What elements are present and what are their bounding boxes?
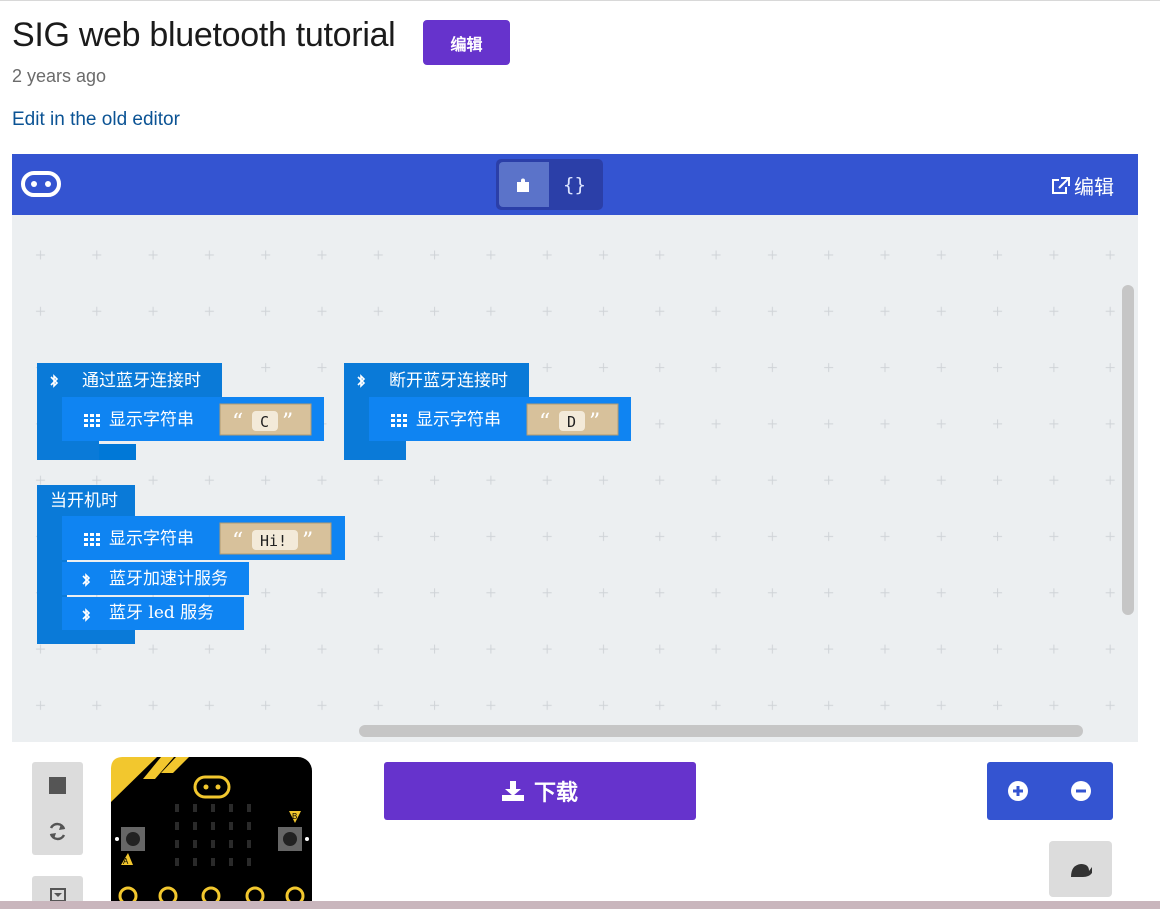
bluetooth-accelerometer-service-block[interactable]: 蓝牙加速计服务 (62, 562, 249, 595)
turtle-icon (1070, 864, 1092, 877)
timestamp: 2 years ago (12, 66, 107, 86)
header-edit-button[interactable]: 编辑 (1050, 171, 1114, 200)
quote-open: “ (232, 410, 243, 435)
block-label: 显示字符串 (109, 410, 194, 430)
quote-open: “ (232, 529, 243, 554)
show-string-block-hi[interactable]: 显示字符串 “ Hi! ” (62, 516, 345, 560)
string-value[interactable]: C (260, 413, 269, 431)
download-icon (501, 781, 524, 801)
header-edit-label: 编辑 (1074, 177, 1114, 199)
microbit-simulator[interactable]: A B (111, 757, 312, 903)
button-a-label: A (123, 857, 129, 866)
restart-icon[interactable] (48, 822, 67, 841)
microbit-logo-icon[interactable] (21, 171, 61, 197)
string-value[interactable]: D (567, 413, 576, 431)
puzzle-piece-icon (517, 178, 529, 192)
led-grid-icon (84, 414, 100, 427)
blocks-mode-button[interactable] (499, 162, 549, 207)
top-divider (0, 0, 1160, 1)
show-string-block-d[interactable]: 显示字符串 “ D ” (369, 397, 631, 441)
zoom-in-icon (1008, 781, 1028, 801)
download-screenshot-icon (50, 888, 66, 902)
block-label: 当开机时 (50, 491, 118, 511)
button-b-label: B (292, 812, 297, 821)
zoom-out-icon (1071, 781, 1091, 801)
old-editor-link[interactable]: Edit in the old editor (12, 109, 180, 131)
external-link-icon (1052, 176, 1070, 194)
slow-mode-button[interactable] (1049, 841, 1112, 897)
vertical-scrollbar[interactable] (1122, 285, 1134, 615)
block-label: 蓝牙加速计服务 (109, 569, 228, 589)
download-button[interactable]: 下载 (384, 762, 696, 820)
block-label: 显示字符串 (109, 529, 194, 549)
quote-close: ” (302, 529, 313, 554)
quote-close: ” (589, 410, 600, 435)
led-grid-icon (391, 414, 407, 427)
stop-icon[interactable] (49, 777, 66, 794)
edit-button[interactable]: 编辑 (423, 20, 510, 65)
quote-open: “ (539, 410, 550, 435)
zoom-out-button[interactable] (1066, 776, 1096, 806)
blocks-workspace[interactable]: 通过蓝牙连接时 显示字符串 “ C ” 断开蓝牙连接时 显示字符串 “ D ” … (12, 215, 1138, 742)
zoom-controls (987, 762, 1113, 820)
show-string-block-c[interactable]: 显示字符串 “ C ” (62, 397, 324, 441)
zoom-in-button[interactable] (1003, 776, 1033, 806)
bottom-border (0, 901, 1160, 909)
embedded-editor: {} 编辑 通过蓝牙连接时 显示字符串 “ C ” 断开蓝牙连接时 显示字符串 … (12, 154, 1138, 742)
editor-header: {} 编辑 (12, 154, 1138, 215)
simulator-controls (32, 762, 83, 855)
led-grid-icon (84, 533, 100, 546)
bluetooth-led-service-block[interactable]: 蓝牙 led 服务 (62, 597, 244, 630)
download-label: 下载 (533, 780, 578, 805)
page-title: SIG web bluetooth tutorial (12, 16, 396, 54)
block-label: 显示字符串 (416, 410, 501, 430)
javascript-mode-button[interactable]: {} (549, 162, 600, 207)
editor-mode-toggle: {} (496, 159, 603, 210)
horizontal-scrollbar[interactable] (359, 725, 1083, 737)
block-label: 蓝牙 led 服务 (109, 603, 214, 623)
block-label: 断开蓝牙连接时 (389, 371, 508, 391)
string-value[interactable]: Hi! (260, 532, 287, 550)
quote-close: ” (282, 410, 293, 435)
block-label: 通过蓝牙连接时 (82, 371, 201, 391)
